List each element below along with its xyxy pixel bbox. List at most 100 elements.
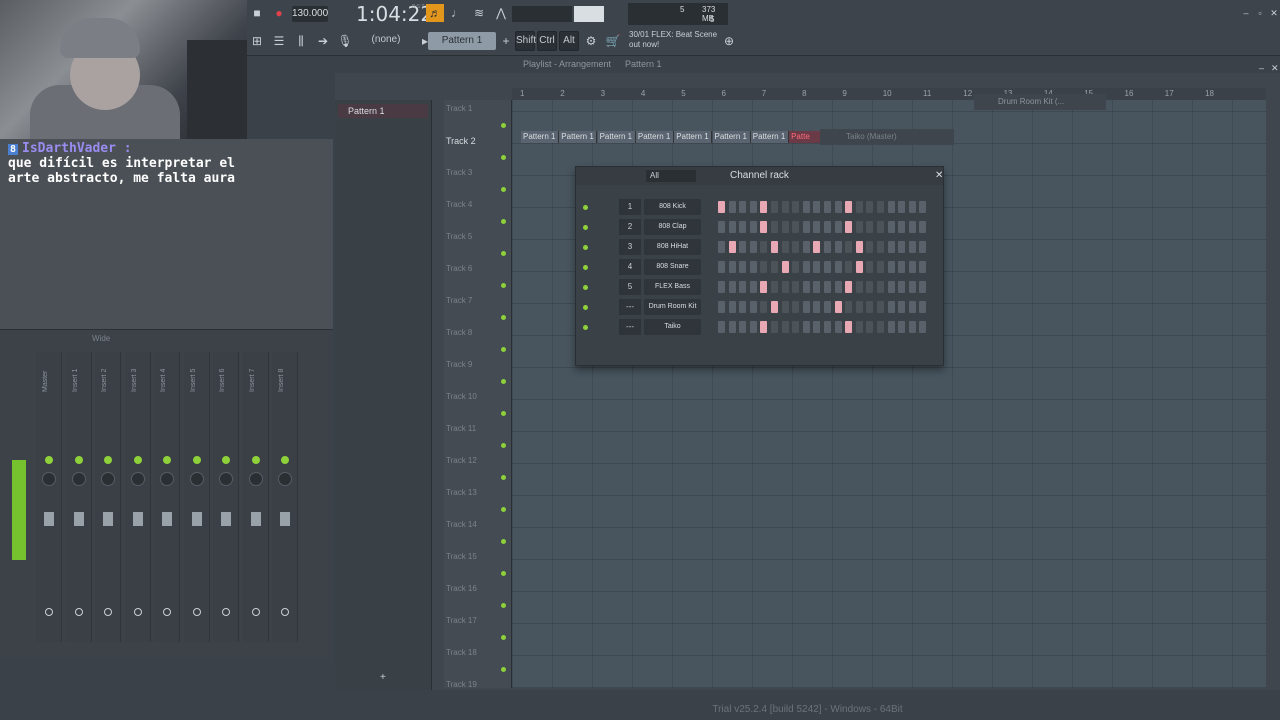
- step-button[interactable]: [855, 221, 863, 233]
- step-button[interactable]: [887, 321, 895, 333]
- metronome-icon[interactable]: ♩: [448, 4, 466, 22]
- step-button[interactable]: [728, 221, 736, 233]
- volume-fader[interactable]: [221, 512, 231, 526]
- channel-rack-close-icon[interactable]: ✕: [935, 170, 943, 181]
- step-button[interactable]: [855, 241, 863, 253]
- record-icon[interactable]: ●: [270, 4, 288, 22]
- step-button[interactable]: [739, 221, 747, 233]
- step-button[interactable]: [877, 321, 884, 333]
- channel-name-button[interactable]: FLEX Bass: [644, 279, 701, 295]
- track-mute-icon[interactable]: [501, 507, 506, 512]
- channel-enable-icon[interactable]: [583, 265, 588, 270]
- pan-knob[interactable]: [130, 472, 145, 486]
- step-button[interactable]: [845, 301, 853, 313]
- track-mute-icon[interactable]: [501, 379, 506, 384]
- step-button[interactable]: [813, 261, 821, 273]
- channel-name-button[interactable]: Drum Room Kit: [644, 299, 701, 315]
- pan-knob[interactable]: [248, 472, 263, 486]
- step-button[interactable]: [845, 261, 853, 273]
- playlist-close-icon[interactable]: ✕: [1271, 64, 1280, 73]
- track-header[interactable]: Track 14: [446, 516, 510, 548]
- channel-rack-view-icon[interactable]: ☰: [270, 32, 288, 50]
- step-button[interactable]: [855, 281, 863, 293]
- track-mute-icon[interactable]: [501, 155, 506, 160]
- step-button[interactable]: [792, 221, 800, 233]
- track-mute-icon[interactable]: [501, 283, 506, 288]
- step-button[interactable]: [760, 241, 768, 253]
- news-ticker[interactable]: 30/01 FLEX: Beat Scene out now!: [629, 30, 717, 50]
- step-button[interactable]: [771, 321, 778, 333]
- step-button[interactable]: [771, 301, 778, 313]
- step-button[interactable]: [813, 221, 821, 233]
- step-button[interactable]: [802, 321, 810, 333]
- taiko-window[interactable]: Taiko (Master): [820, 129, 954, 145]
- track-mute-icon[interactable]: [501, 635, 506, 640]
- pattern-clip[interactable]: Pattern 1: [750, 131, 789, 143]
- step-button[interactable]: [887, 241, 895, 253]
- step-button[interactable]: [877, 241, 884, 253]
- step-button[interactable]: [749, 321, 757, 333]
- step-button[interactable]: [792, 301, 800, 313]
- volume-fader[interactable]: [250, 512, 261, 526]
- channel-row[interactable]: 4 808 Snare: [576, 259, 945, 277]
- step-button[interactable]: [824, 261, 831, 273]
- step-button[interactable]: [813, 281, 821, 293]
- step-button[interactable]: [760, 321, 768, 333]
- step-button[interactable]: [824, 321, 831, 333]
- channel-name-button[interactable]: Taiko: [644, 319, 701, 335]
- pattern-clip[interactable]: Pattern 1: [712, 131, 751, 143]
- mic-icon[interactable]: 🎙: [336, 32, 354, 50]
- pattern-clip[interactable]: Pattern 1: [674, 131, 713, 143]
- step-button[interactable]: [919, 281, 927, 293]
- track-header[interactable]: Track 4: [446, 196, 510, 228]
- step-button[interactable]: [834, 321, 842, 333]
- step-button[interactable]: [908, 301, 916, 313]
- pan-knob[interactable]: [160, 472, 174, 486]
- countdown-icon[interactable]: ⋀: [492, 4, 510, 22]
- track-mute-icon[interactable]: [501, 603, 506, 608]
- step-button[interactable]: [718, 301, 725, 313]
- step-button[interactable]: [845, 221, 853, 233]
- step-button[interactable]: [760, 221, 768, 233]
- step-button[interactable]: [749, 301, 757, 313]
- step-button[interactable]: [908, 221, 916, 233]
- step-button[interactable]: [781, 281, 789, 293]
- step-button[interactable]: [877, 301, 884, 313]
- step-button[interactable]: [771, 281, 778, 293]
- step-button[interactable]: [877, 261, 884, 273]
- channel-mixer-track[interactable]: ---: [619, 319, 641, 335]
- step-button[interactable]: [887, 301, 895, 313]
- step-button[interactable]: [718, 201, 725, 213]
- send-icon[interactable]: [133, 608, 142, 616]
- channel-enable-icon[interactable]: [583, 285, 588, 290]
- step-button[interactable]: [728, 241, 736, 253]
- mixer-strip[interactable]: Insert 8: [272, 352, 298, 642]
- track-header[interactable]: Track 13: [446, 484, 510, 516]
- step-button[interactable]: [781, 221, 789, 233]
- step-button[interactable]: [781, 321, 789, 333]
- channel-enable-icon[interactable]: [583, 225, 588, 230]
- channel-row[interactable]: 3 808 HiHat: [576, 239, 945, 257]
- pan-knob[interactable]: [71, 472, 86, 486]
- channel-mixer-track[interactable]: 5: [619, 279, 641, 295]
- step-button[interactable]: [887, 281, 895, 293]
- step-button[interactable]: [771, 261, 778, 273]
- step-button[interactable]: [813, 301, 821, 313]
- channel-name-button[interactable]: 808 HiHat: [644, 239, 701, 255]
- step-button[interactable]: [855, 301, 863, 313]
- send-icon[interactable]: [251, 608, 260, 616]
- step-button[interactable]: [739, 321, 747, 333]
- strip-enable-icon[interactable]: [133, 456, 142, 464]
- send-icon[interactable]: [74, 608, 83, 616]
- step-button[interactable]: [728, 321, 736, 333]
- step-button[interactable]: [739, 301, 747, 313]
- track-mute-icon[interactable]: [501, 187, 506, 192]
- channel-enable-icon[interactable]: [583, 205, 588, 210]
- step-button[interactable]: [877, 221, 884, 233]
- channel-row[interactable]: --- Taiko: [576, 319, 945, 337]
- mixer-strip[interactable]: Insert 3: [124, 352, 151, 642]
- step-button[interactable]: [813, 241, 821, 253]
- ctrl-button[interactable]: Ctrl: [537, 31, 557, 51]
- strip-enable-icon[interactable]: [222, 456, 230, 464]
- track-header[interactable]: Track 9: [446, 356, 510, 388]
